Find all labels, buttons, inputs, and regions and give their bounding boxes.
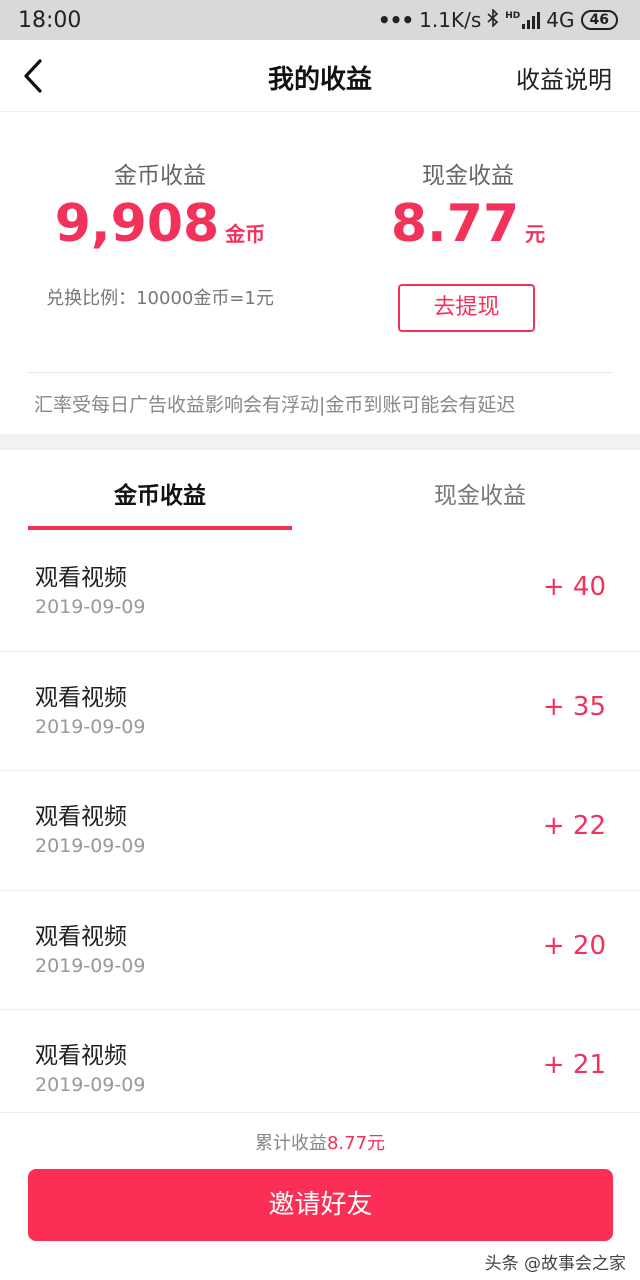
record-title: 观看视频	[35, 923, 127, 950]
signal-icon: HD	[505, 11, 541, 29]
cash-earnings-label: 现金收益	[422, 163, 514, 189]
tab-cash-earnings[interactable]: 现金收益	[320, 476, 640, 510]
battery-icon: 46	[580, 10, 618, 30]
list-item: 观看视频 2019-09-09 + 20	[0, 890, 640, 1010]
coin-amount-value: 9,908	[54, 194, 220, 254]
record-title: 观看视频	[35, 804, 127, 830]
earnings-summary: 金币收益 9,908 金币 兑换比例：10000金币=1元 现金收益 8.77 元 …	[0, 112, 640, 434]
total-earnings: 累计收益8.77元	[0, 1129, 640, 1155]
record-title: 观看视频	[35, 1043, 127, 1069]
cash-earnings-amount: 8.77 元	[338, 194, 598, 254]
record-amount: + 22	[542, 811, 606, 841]
record-date: 2019-09-09	[35, 1074, 146, 1096]
record-amount: + 35	[542, 691, 606, 722]
withdraw-button[interactable]: 去提现	[398, 284, 535, 332]
record-date: 2019-09-09	[35, 596, 146, 618]
bluetooth-icon	[487, 8, 499, 32]
status-bar: 18:00 ••• 1.1K/s HD 4G 46	[0, 0, 640, 40]
watermark: 头条 @故事会之家	[484, 1254, 626, 1274]
coin-earnings-amount: 9,908 金币	[30, 194, 290, 254]
list-item: 观看视频 2019-09-09 + 35	[0, 651, 640, 771]
summary-divider	[28, 372, 612, 373]
coin-amount-unit: 金币	[225, 222, 266, 246]
invite-friends-button[interactable]: 邀请好友	[28, 1169, 613, 1241]
record-title: 观看视频	[35, 565, 127, 591]
record-date: 2019-09-09	[35, 715, 146, 738]
hd-badge: HD	[505, 11, 521, 21]
status-time: 18:00	[18, 8, 82, 33]
active-tab-indicator	[28, 526, 292, 530]
section-gap	[0, 434, 640, 450]
network-type: 4G	[546, 8, 575, 32]
record-date: 2019-09-09	[35, 835, 146, 857]
earnings-tabs: 金币收益 现金收益	[0, 450, 640, 532]
earnings-list: 观看视频 2019-09-09 + 40 观看视频 2019-09-09 + 3…	[0, 532, 640, 1130]
earnings-help-link[interactable]: 收益说明	[516, 60, 612, 95]
cash-amount-value: 8.77	[390, 194, 520, 254]
record-title: 观看视频	[35, 684, 127, 711]
footer: 累计收益8.77元 邀请好友 头条 @故事会之家	[0, 1112, 640, 1280]
status-icons: ••• 1.1K/s HD 4G 46	[378, 8, 618, 32]
record-amount: + 40	[542, 572, 606, 602]
list-item: 观看视频 2019-09-09 + 40	[0, 532, 640, 652]
coin-earnings-label: 金币收益	[114, 163, 206, 189]
list-item: 观看视频 2019-09-09 + 22	[0, 771, 640, 891]
record-amount: + 20	[542, 930, 606, 961]
tab-coin-earnings[interactable]: 金币收益	[0, 476, 320, 510]
total-earnings-value: 8.77元	[326, 1133, 386, 1154]
total-earnings-label: 累计收益	[254, 1133, 327, 1154]
cash-amount-unit: 元	[525, 222, 546, 246]
exchange-ratio: 兑换比例：10000金币=1元	[46, 288, 274, 309]
record-date: 2019-09-09	[35, 954, 146, 977]
record-amount: + 21	[542, 1050, 606, 1080]
more-dots-icon: •••	[377, 8, 414, 32]
exchange-notice: 汇率受每日广告收益影响会有浮动|金币到账可能会有延迟	[34, 394, 516, 416]
nav-bar: 我的收益 收益说明	[0, 40, 640, 112]
network-speed: 1.1K/s	[419, 8, 482, 32]
